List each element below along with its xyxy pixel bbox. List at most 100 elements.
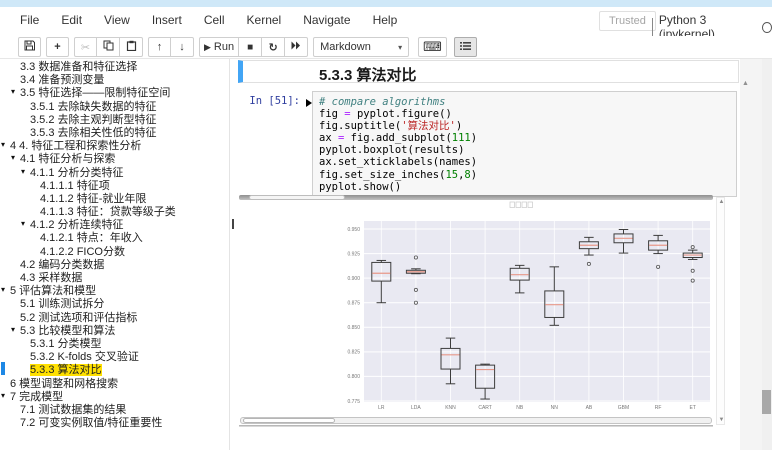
caret-down-icon[interactable]: ▾ xyxy=(1,138,10,151)
toc-item-label: 5.3.3 算法对比 xyxy=(30,364,102,376)
scroll-down-arrow-icon[interactable]: ▼ xyxy=(718,417,725,423)
move-cell-down-button[interactable]: ↓ xyxy=(171,37,194,57)
copy-icon xyxy=(103,40,114,54)
menu-insert[interactable]: Insert xyxy=(152,13,182,27)
svg-text:0.850: 0.850 xyxy=(347,325,360,331)
menu-file[interactable]: File xyxy=(20,13,39,27)
toc-item[interactable]: ▾4.1.2 分析连续特征 xyxy=(0,217,229,230)
toc-item-label: 3.4 准备预测变量 xyxy=(20,74,104,86)
toc-item[interactable]: 5.2 测试选项和评估指标 xyxy=(0,310,229,323)
menu-navigate[interactable]: Navigate xyxy=(303,13,350,27)
restart-kernel-button[interactable]: ↻ xyxy=(262,37,285,57)
toc-item[interactable]: 3.5.2 去除主观判断型特征 xyxy=(0,112,229,125)
toc-item-label: 4.1.1.2 特征-就业年限 xyxy=(40,193,146,205)
toc-item[interactable]: 4.2 编码分类数据 xyxy=(0,257,229,270)
window-scrollbar-thumb[interactable] xyxy=(762,390,771,414)
toc-item[interactable]: ▾5.3 比较模型和算法 xyxy=(0,323,229,336)
toc-item[interactable]: 3.5.1 去除缺失数据的特征 xyxy=(0,99,229,112)
arrow-up-icon: ↑ xyxy=(157,41,163,53)
menu-view[interactable]: View xyxy=(104,13,130,27)
paste-cell-button[interactable] xyxy=(120,37,143,57)
toc-item[interactable]: ▾3.5 特征选择——限制特征空间 xyxy=(0,85,229,98)
interrupt-kernel-button[interactable]: ■ xyxy=(239,37,262,57)
toc-item[interactable]: 5.3.3 算法对比 xyxy=(0,362,229,375)
scissors-icon: ✂ xyxy=(81,41,90,54)
output-bottom-hscrollbar[interactable] xyxy=(240,417,712,424)
toc-item[interactable]: 6 模型调整和网格搜索 xyxy=(0,376,229,389)
menu-cell[interactable]: Cell xyxy=(204,13,225,27)
menu-kernel[interactable]: Kernel xyxy=(247,13,282,27)
boxplot-svg: 0.9500.9250.9000.8750.8500.8250.8000.775… xyxy=(308,201,714,414)
toc-item-label: 4 4. 特征工程和探索性分析 xyxy=(10,140,141,152)
boxplot-figure: 0.9500.9250.9000.8750.8500.8250.8000.775… xyxy=(308,201,714,414)
code-input-area[interactable]: # compare algorithmsfig = pyplot.figure(… xyxy=(312,91,737,197)
cell-type-dropdown[interactable]: Markdown ▾ xyxy=(313,37,409,57)
toc-item[interactable]: 3.4 准备预测变量 xyxy=(0,72,229,85)
notebook-scroll-up-arrow-icon[interactable]: ▲ xyxy=(742,80,749,87)
toc-item[interactable]: 4.1.2.2 FICO分数 xyxy=(0,244,229,257)
toc-item-label: 5.3 比较模型和算法 xyxy=(20,325,115,337)
toc-item[interactable]: ▾7 完成模型 xyxy=(0,389,229,402)
fast-forward-icon xyxy=(291,41,301,53)
caret-down-icon[interactable]: ▾ xyxy=(21,217,30,230)
toc-item[interactable]: 7.2 可变实例取值/特征重要性 xyxy=(0,415,229,428)
output-bottom-shadow xyxy=(239,425,713,427)
add-cell-button[interactable]: + xyxy=(46,37,69,57)
menu-help[interactable]: Help xyxy=(373,13,398,27)
output-top-hscrollbar-thumb[interactable] xyxy=(249,195,345,200)
toc-item[interactable]: ▾5 评估算法和模型 xyxy=(0,283,229,296)
toc-item[interactable]: 3.3 数据准备和特征选择 xyxy=(0,59,229,72)
toc-item-label: 4.1.1.1 特征项 xyxy=(40,180,110,192)
toc-item[interactable]: ▾4 4. 特征工程和探索性分析 xyxy=(0,138,229,151)
caret-down-icon[interactable]: ▾ xyxy=(11,85,20,98)
toc-item-label: 3.5.2 去除主观判断型特征 xyxy=(30,114,157,126)
caret-down-icon[interactable]: ▾ xyxy=(11,151,20,164)
toc-item[interactable]: 5.3.2 K-folds 交叉验证 xyxy=(0,349,229,362)
cell-type-value: Markdown xyxy=(320,41,371,53)
output-top-hscrollbar[interactable] xyxy=(239,195,713,200)
svg-text:0.950: 0.950 xyxy=(347,227,360,233)
arrow-down-icon: ↓ xyxy=(179,41,185,53)
kernel-divider xyxy=(652,18,653,36)
menu-edit[interactable]: Edit xyxy=(61,13,82,27)
restart-run-all-button[interactable] xyxy=(285,37,308,57)
toc-item[interactable]: ▾4.1 特征分析与探索 xyxy=(0,151,229,164)
caret-down-icon[interactable]: ▾ xyxy=(11,323,20,336)
toc-item[interactable]: 4.1.2.1 特点：年收入 xyxy=(0,230,229,243)
toc-item-label: 4.1.1 分析分类特征 xyxy=(30,167,124,179)
section-heading: 5.3.3 算法对比 xyxy=(319,64,417,85)
toc-item-label: 4.1.2.2 FICO分数 xyxy=(40,246,125,258)
caret-down-icon[interactable]: ▾ xyxy=(1,283,10,296)
toc-item[interactable]: 4.1.1.1 特征项 xyxy=(0,178,229,191)
output-vscrollbar[interactable]: ▲ ▼ xyxy=(716,197,725,425)
toc-item[interactable]: 5.1 训练测试拆分 xyxy=(0,296,229,309)
toc-toggle-button[interactable] xyxy=(454,37,477,57)
toc-item[interactable]: 4.3 采样数据 xyxy=(0,270,229,283)
toc-item[interactable]: 7.1 测试数据集的结果 xyxy=(0,402,229,415)
chevron-down-icon: ▾ xyxy=(398,43,402,52)
clipboard-icon xyxy=(126,40,137,54)
toc-item-label: 4.3 采样数据 xyxy=(20,272,82,284)
toc-item[interactable]: 3.5.3 去除相关性低的特征 xyxy=(0,125,229,138)
markdown-heading-cell[interactable]: 5.3.3 算法对比 xyxy=(238,60,739,83)
sidebar-scrollbar-thumb[interactable] xyxy=(232,219,234,229)
cut-cell-button[interactable]: ✂ xyxy=(74,37,97,57)
move-cell-up-button[interactable]: ↑ xyxy=(148,37,171,57)
caret-down-icon[interactable]: ▾ xyxy=(1,389,10,402)
toc-item[interactable]: 4.1.1.3 特征：贷款等级子类 xyxy=(0,204,229,217)
jupyter-notebook-app: File Edit View Insert Cell Kernel Navigate Help… xyxy=(0,0,772,450)
toc-item-label: 5 评估算法和模型 xyxy=(10,285,96,297)
command-palette-button[interactable]: ⌨ xyxy=(418,37,447,57)
run-button[interactable]: ▶Run xyxy=(199,37,239,57)
trusted-badge[interactable]: Trusted xyxy=(599,11,656,31)
copy-cell-button[interactable] xyxy=(97,37,120,57)
toc-item[interactable]: 4.1.1.2 特征-就业年限 xyxy=(0,191,229,204)
save-button[interactable] xyxy=(18,37,41,57)
output-bottom-hscrollbar-thumb[interactable] xyxy=(243,418,335,423)
scroll-up-arrow-icon[interactable]: ▲ xyxy=(718,199,725,205)
caret-down-icon[interactable]: ▾ xyxy=(21,165,30,178)
code-line: pyplot.show() xyxy=(319,181,730,193)
toc-item[interactable]: 5.3.1 分类模型 xyxy=(0,336,229,349)
notebook-toolbar: + ✂ ↑ ↓ ▶Run ■ ↻ Markdown ▾ ⌨ xyxy=(0,36,772,59)
toc-item[interactable]: ▾4.1.1 分析分类特征 xyxy=(0,165,229,178)
